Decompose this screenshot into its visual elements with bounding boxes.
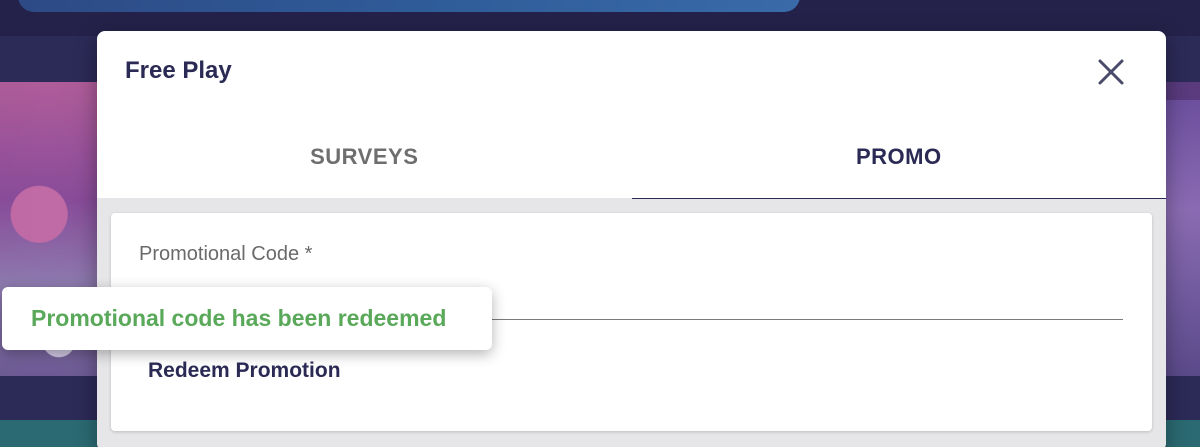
- free-play-modal: Free Play SURVEYS PROMO Promotional Code…: [97, 31, 1166, 447]
- page: Free Play SURVEYS PROMO Promotional Code…: [0, 0, 1200, 447]
- tab-promo[interactable]: PROMO: [631, 116, 1167, 201]
- redeem-promotion-button[interactable]: Redeem Promotion: [148, 359, 341, 383]
- promo-code-label: Promotional Code *: [139, 243, 313, 265]
- background-game-artwork-right: [1160, 100, 1200, 376]
- modal-header: Free Play: [97, 31, 1166, 116]
- success-toast: Promotional code has been redeemed: [2, 287, 492, 350]
- background-search-bar: [18, 0, 800, 12]
- close-icon: [1098, 59, 1124, 85]
- tab-surveys[interactable]: SURVEYS: [97, 116, 632, 198]
- tab-bar: SURVEYS PROMO: [97, 116, 1166, 201]
- close-button[interactable]: [1096, 57, 1126, 87]
- modal-title: Free Play: [125, 57, 232, 84]
